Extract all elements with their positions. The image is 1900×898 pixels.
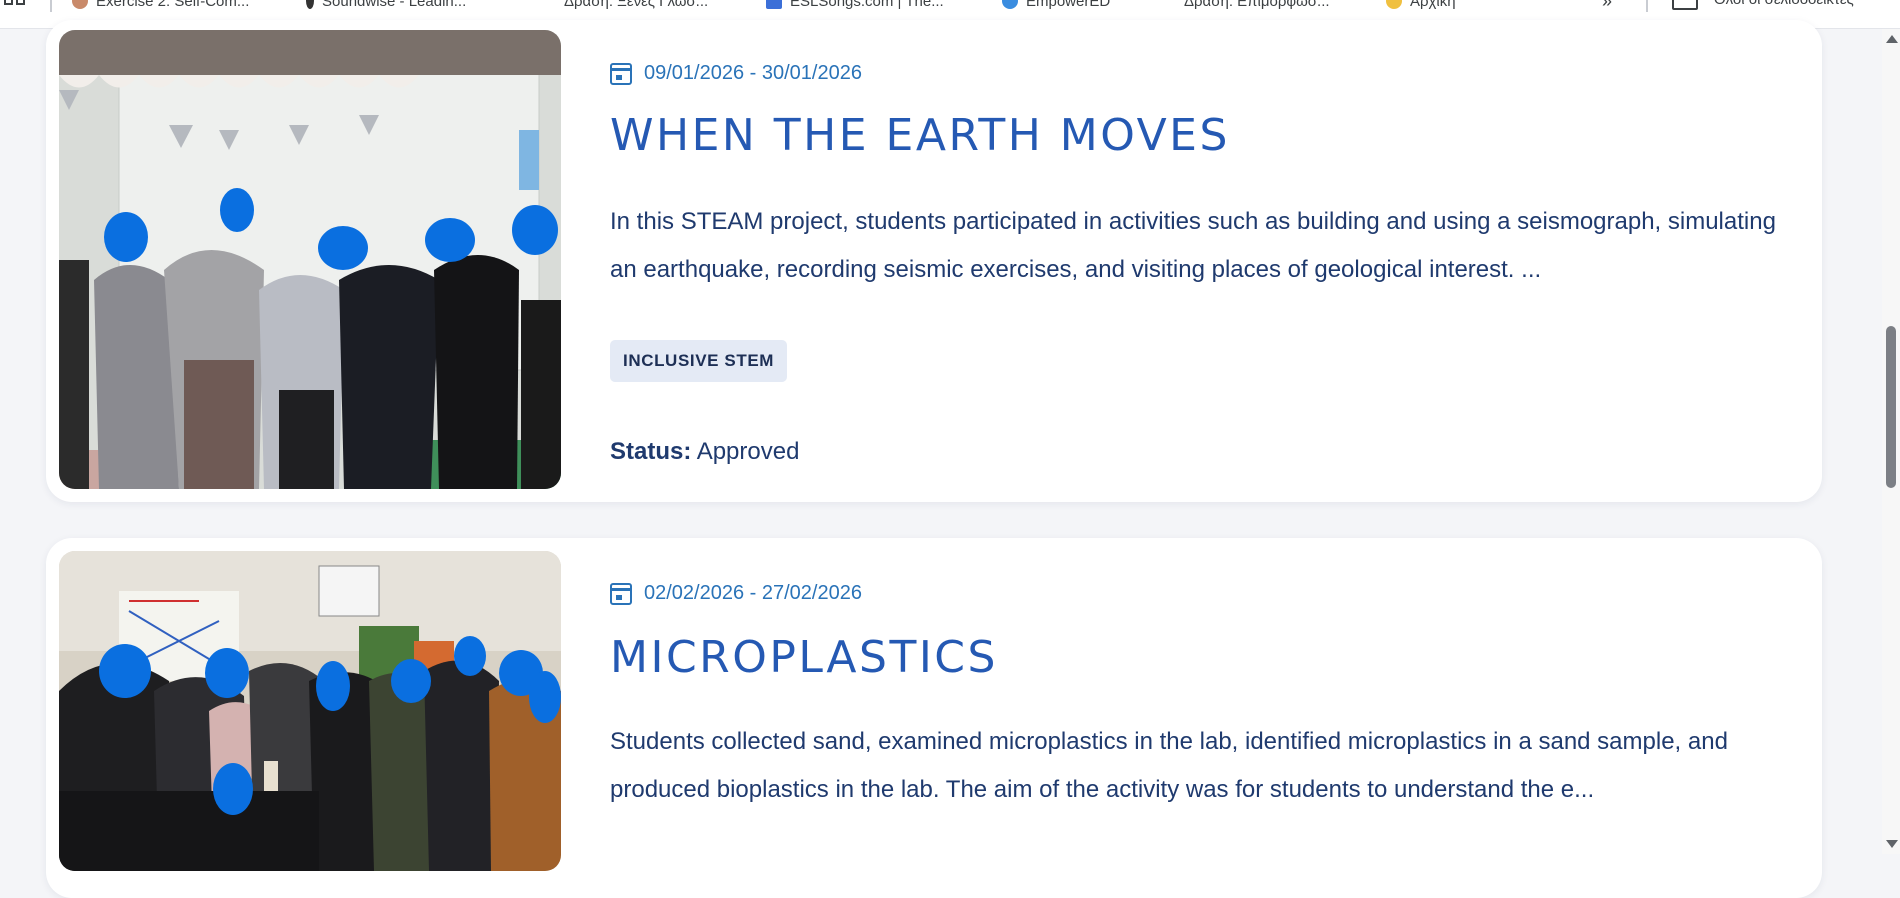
bookmark-item[interactable]: Δράση: Επιμόρφωσ...	[1160, 0, 1330, 11]
favicon-icon	[766, 0, 782, 9]
status-row: Status: Approved	[610, 438, 799, 466]
classroom-photo	[59, 30, 561, 489]
date-range-row: 02/02/2026 - 27/02/2026	[610, 582, 862, 605]
all-bookmarks-link[interactable]: Όλοι οι σελιδοδείκτες	[1714, 0, 1854, 8]
project-description: In this STEAM project, students particip…	[610, 208, 1776, 283]
apps-grid-icon[interactable]	[4, 0, 26, 12]
bookmark-label: ESLSongs.com | The...	[790, 0, 944, 10]
bookmark-item[interactable]: Exercise 2: Self-Com...	[72, 0, 249, 11]
bookmarks-divider	[1646, 0, 1648, 12]
bookmark-label: Exercise 2: Self-Com...	[96, 0, 250, 10]
status-value: Approved	[696, 438, 800, 465]
bookmark-label: Δράση: Ξένες Γλώσ...	[564, 0, 709, 10]
project-card[interactable]: 02/02/2026 - 27/02/2026 MICROPLASTICS St…	[46, 538, 1822, 898]
favicon-icon	[72, 0, 88, 9]
date-range: 09/01/2026 - 30/01/2026	[644, 62, 862, 84]
bookmark-item[interactable]: EmpowerED	[1002, 0, 1110, 11]
status-label: Status:	[610, 438, 692, 465]
date-range: 02/02/2026 - 27/02/2026	[644, 582, 862, 604]
date-range-row: 09/01/2026 - 30/01/2026	[610, 62, 862, 85]
bookmark-label: Αρχική	[1410, 0, 1456, 10]
bookmark-item[interactable]: Δράση: Ξένες Γλώσ...	[540, 0, 708, 11]
bookmark-item[interactable]: ESLSongs.com | The...	[766, 0, 944, 11]
bookmark-label: Soundwise - Leadin...	[322, 0, 467, 10]
project-card[interactable]: 09/01/2026 - 30/01/2026 WHEN THE EARTH M…	[46, 20, 1822, 502]
vertical-scrollbar[interactable]	[1882, 29, 1900, 854]
favicon-icon	[1160, 0, 1176, 9]
calendar-icon	[610, 62, 632, 85]
scroll-thumb[interactable]	[1886, 326, 1896, 488]
bookmarks-overflow-icon[interactable]: »	[1602, 0, 1612, 12]
favicon-icon	[1002, 0, 1018, 9]
favicon-icon	[540, 0, 556, 9]
category-tag[interactable]: INCLUSIVE STEM	[610, 340, 788, 382]
project-photo[interactable]	[59, 551, 561, 871]
calendar-icon	[610, 582, 632, 605]
bookmark-item[interactable]: Αρχική	[1386, 0, 1456, 11]
bookmark-label: EmpowerED	[1026, 0, 1111, 10]
favicon-icon	[306, 0, 314, 9]
favicon-icon	[1386, 0, 1402, 9]
bookmark-label: Δράση: Επιμόρφωσ...	[1184, 0, 1330, 10]
project-description: Students collected sand, examined microp…	[610, 728, 1728, 803]
lab-photo	[59, 551, 561, 871]
bookmark-item[interactable]: Soundwise - Leadin...	[306, 0, 466, 11]
folder-icon[interactable]	[1672, 0, 1698, 10]
project-photo[interactable]	[59, 30, 561, 489]
project-title[interactable]: WHEN THE EARTH MOVES	[610, 110, 1230, 161]
bookmarks-divider	[50, 0, 52, 12]
scroll-up-arrow-icon[interactable]	[1886, 35, 1898, 43]
scroll-down-arrow-icon[interactable]	[1886, 840, 1898, 848]
project-title[interactable]: MICROPLASTICS	[610, 632, 998, 683]
